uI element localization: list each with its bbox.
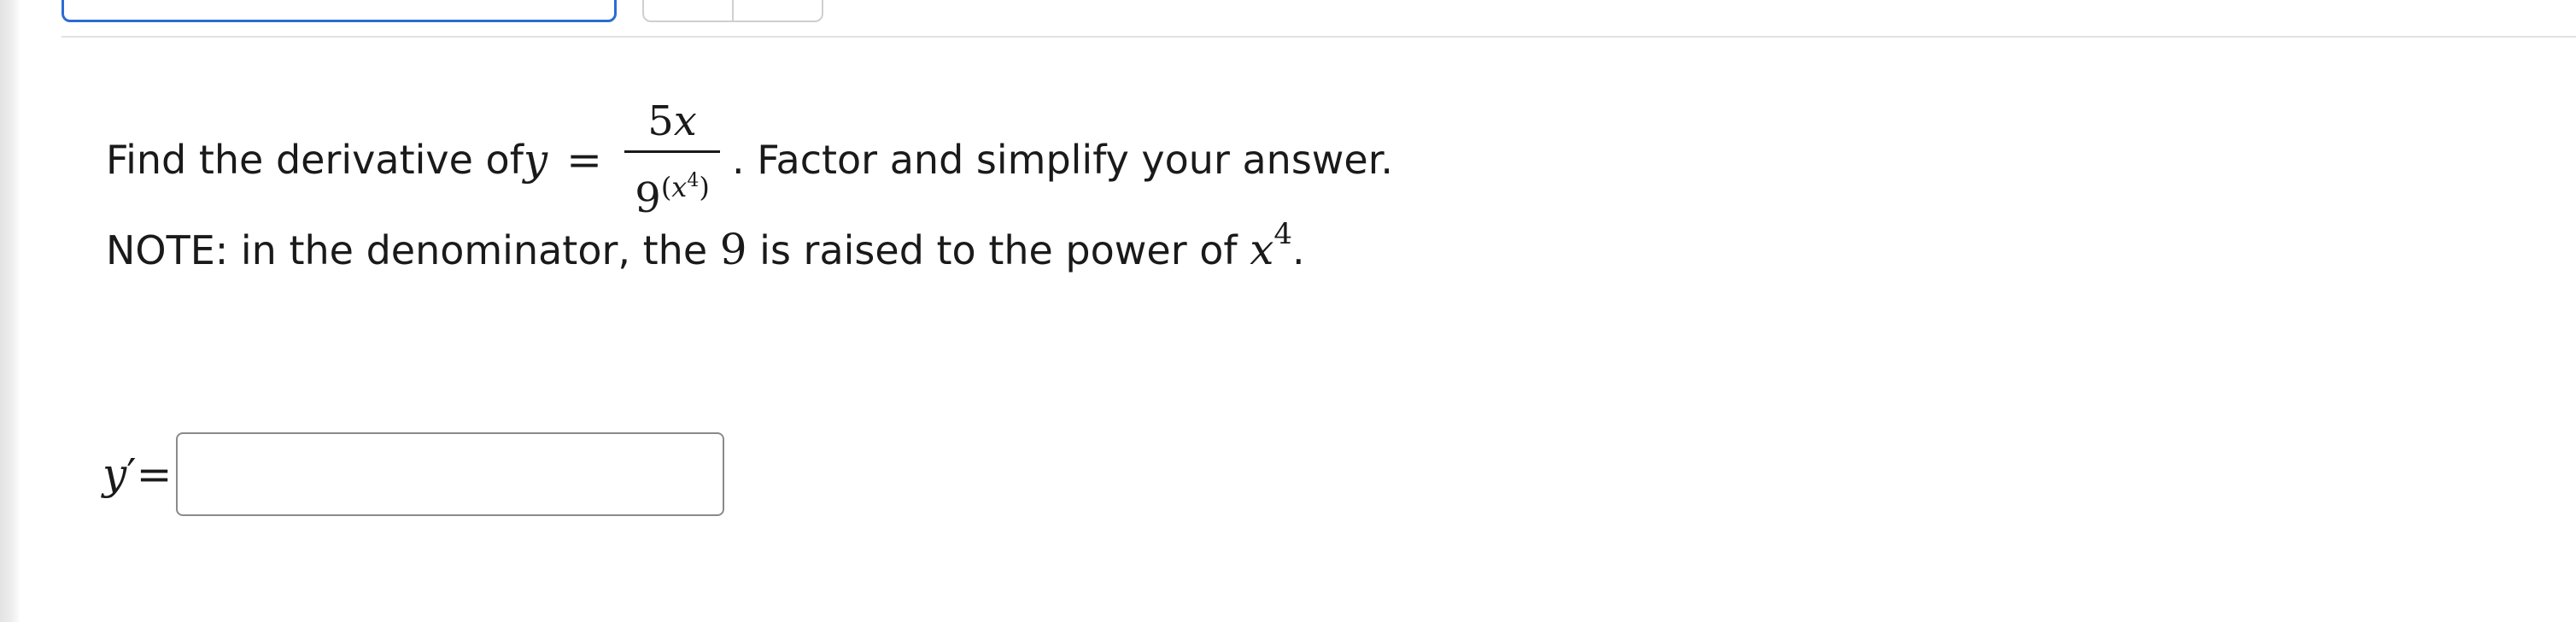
note-end: . bbox=[1292, 227, 1305, 273]
exp-open-paren: ( bbox=[660, 170, 672, 203]
answer-row: y′= bbox=[102, 432, 724, 516]
exp-close-paren: ) bbox=[699, 170, 710, 203]
exp-variable: x bbox=[671, 170, 688, 203]
equals-sign: = bbox=[566, 135, 603, 185]
answer-label-prime: ′ bbox=[126, 449, 137, 499]
answer-label-equals: = bbox=[136, 449, 173, 499]
denominator-exponent: (x4) bbox=[660, 169, 710, 203]
answer-label: y′= bbox=[102, 449, 173, 499]
top-toolbar-button-2[interactable] bbox=[734, 0, 822, 21]
answer-label-variable: y bbox=[102, 449, 127, 499]
fraction-denominator: 9(x4) bbox=[635, 153, 710, 223]
y-variable: y bbox=[523, 135, 548, 185]
denominator-base: 9 bbox=[635, 173, 661, 222]
note-prefix: NOTE: in the denominator, the bbox=[106, 227, 720, 273]
note-middle: is raised to the power of bbox=[746, 227, 1250, 273]
left-edge-shadow bbox=[0, 0, 20, 622]
fraction-numerator: 5x bbox=[637, 97, 707, 150]
note-power: 4 bbox=[1273, 217, 1293, 251]
top-toolbar-button-1[interactable] bbox=[644, 0, 734, 21]
numerator-coefficient: 5 bbox=[647, 97, 674, 145]
fraction: 5x 9(x4) bbox=[624, 97, 721, 223]
note-line: NOTE: in the denominator, the 9 is raise… bbox=[106, 217, 1305, 274]
note-variable: x bbox=[1250, 225, 1274, 274]
question-after: . Factor and simplify your answer. bbox=[732, 137, 1394, 183]
answer-input[interactable] bbox=[175, 432, 724, 516]
numerator-text: 5x bbox=[647, 97, 697, 145]
top-toolbar-button-group bbox=[642, 0, 823, 22]
top-toolbar-input[interactable] bbox=[61, 0, 617, 22]
page: Find the derivative of y = 5x 9(x4) . Fa… bbox=[0, 0, 2576, 622]
note-base: 9 bbox=[719, 225, 747, 274]
question-intro: Find the derivative of bbox=[106, 137, 524, 183]
question-line: Find the derivative of y = 5x 9(x4) . Fa… bbox=[106, 96, 1393, 224]
numerator-variable: x bbox=[673, 97, 697, 145]
header-divider bbox=[61, 36, 2576, 38]
exp-power: 4 bbox=[687, 169, 700, 191]
